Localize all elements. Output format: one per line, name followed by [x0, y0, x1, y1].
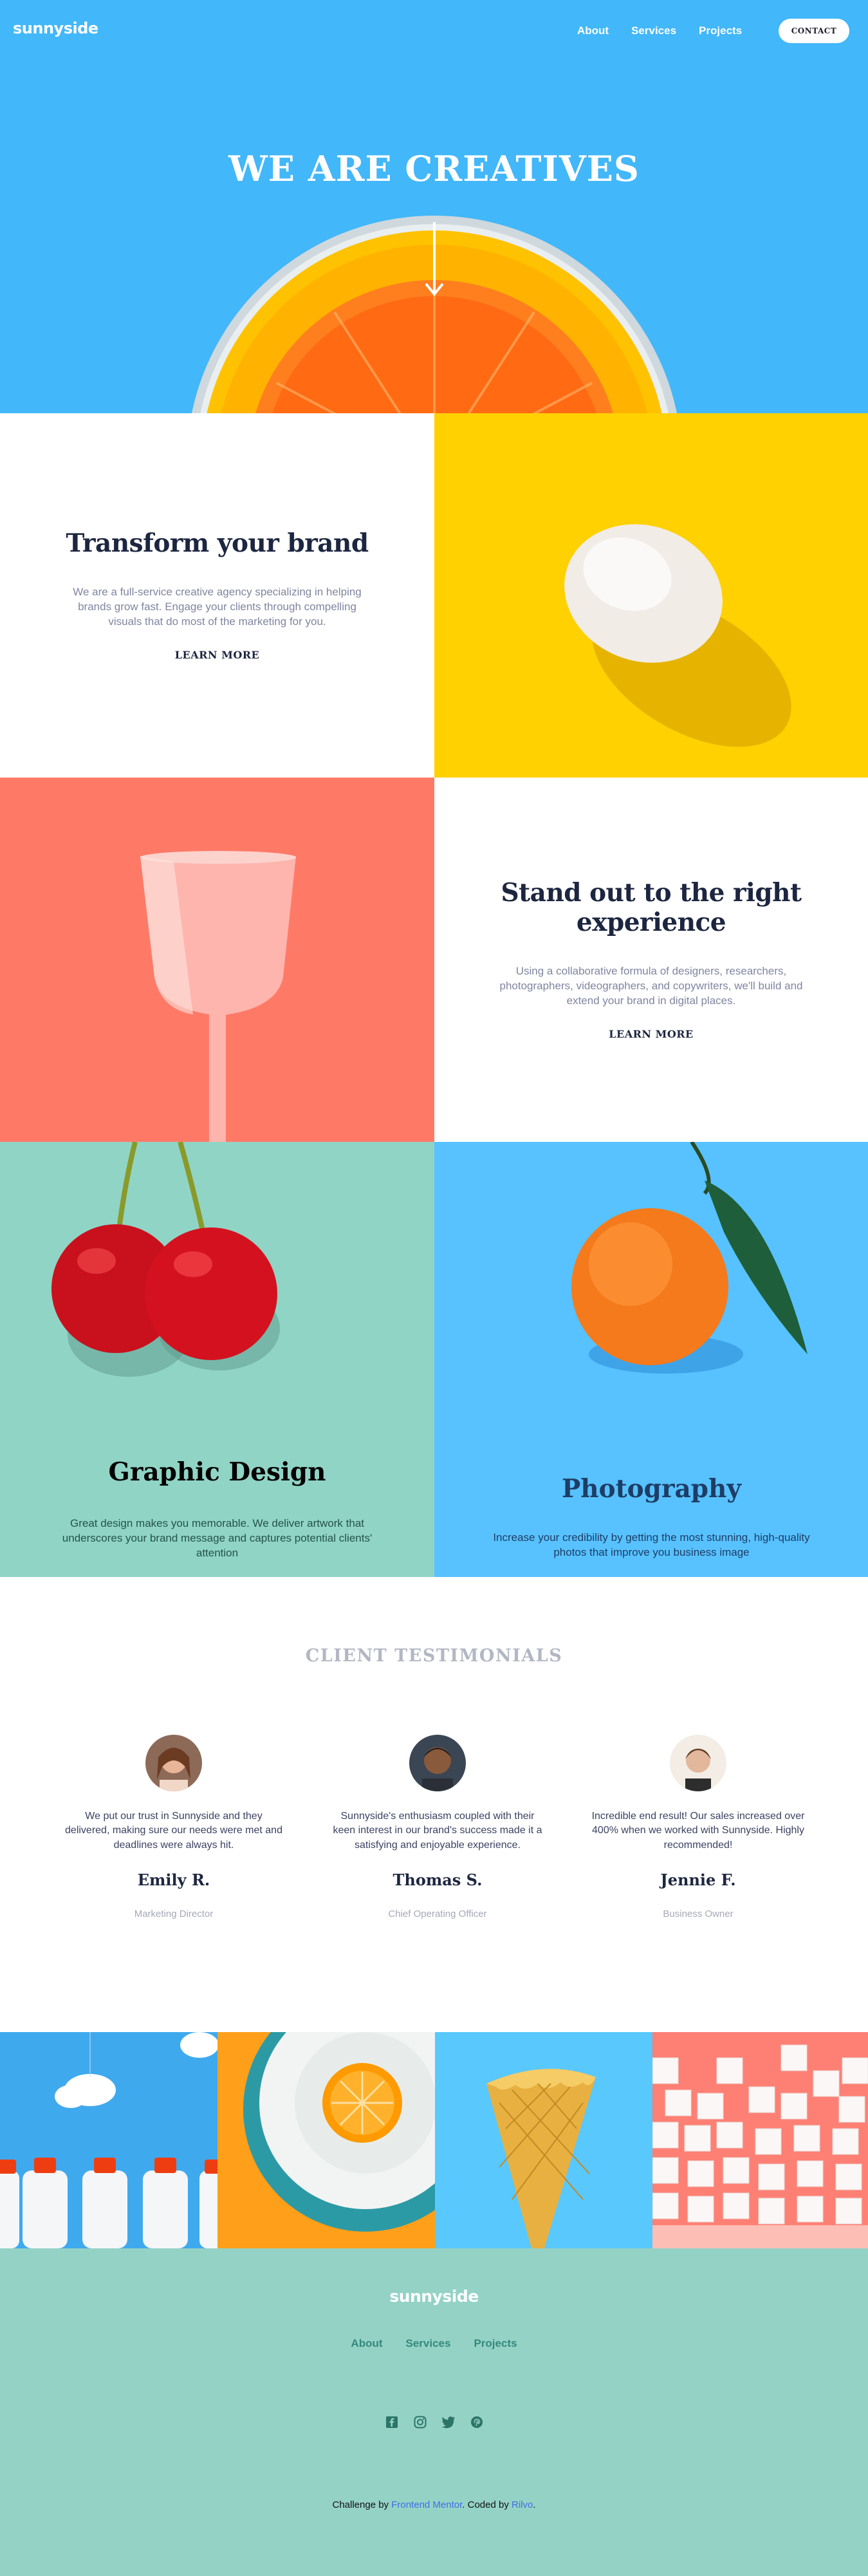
instagram-icon[interactable] — [412, 2414, 428, 2430]
testimonial-role: Chief Operating Officer — [388, 1909, 487, 1920]
feature-transform: Transform your brand We are a full-servi… — [0, 413, 434, 778]
service-title: Photography — [561, 1474, 742, 1504]
arrow-down-icon[interactable] — [425, 222, 444, 303]
gallery-image-sugar-cubes — [652, 2032, 868, 2248]
testimonial-role: Business Owner — [663, 1909, 734, 1920]
service-photography: Photography Increase your credibility by… — [434, 1142, 868, 1577]
nav-link-services[interactable]: Services — [631, 24, 676, 37]
attribution-mid: . Coded by — [462, 2499, 509, 2510]
hero-title: WE ARE CREATIVES — [228, 148, 640, 189]
footer-link-projects[interactable]: Projects — [474, 2337, 517, 2350]
service-body: Great design makes you memorable. We del… — [62, 1517, 373, 1559]
facebook-icon[interactable] — [384, 2414, 400, 2430]
feature-title: Stand out to the right experience — [501, 878, 802, 938]
testimonial-name: Jennie F. — [660, 1871, 736, 1890]
service-graphic-design: Graphic Design Great design makes you me… — [0, 1142, 434, 1577]
footer-nav: About Services Projects — [0, 2337, 868, 2350]
author-link[interactable]: Rilvo — [512, 2499, 533, 2510]
gallery-image-orange-plate — [217, 2032, 435, 2248]
egg-image — [434, 413, 868, 778]
avatar — [145, 1735, 202, 1791]
feature-body: Using a collaborative formula of designe… — [499, 965, 803, 1007]
testimonial-name: Emily R. — [137, 1871, 210, 1890]
service-title: Graphic Design — [108, 1457, 326, 1487]
social-links — [0, 2414, 868, 2430]
testimonial-role: Marketing Director — [134, 1909, 214, 1920]
testimonial-quote: We put our trust in Sunnyside and they d… — [65, 1811, 282, 1851]
testimonial-card: Incredible end result! Our sales increas… — [589, 1735, 808, 1919]
attribution: Challenge by Frontend Mentor. Coded by R… — [0, 2499, 868, 2510]
frontend-mentor-link[interactable]: Frontend Mentor — [391, 2499, 462, 2510]
feature-title: Transform your brand — [66, 528, 369, 559]
site-logo[interactable]: sunnyside — [13, 19, 98, 37]
nav-link-about[interactable]: About — [577, 24, 609, 37]
feature-body: We are a full-service creative agency sp… — [73, 586, 362, 628]
testimonials-heading: CLIENT TESTIMONIALS — [305, 1646, 563, 1666]
testimonial-quote: Sunnyside's enthusiasm coupled with thei… — [333, 1811, 542, 1851]
avatar — [670, 1735, 726, 1791]
main-nav: About Services Projects — [555, 24, 742, 37]
learn-more-link[interactable]: LEARN MORE — [606, 1028, 696, 1043]
hero-section: sunnyside About Services Projects CONTAC… — [0, 0, 868, 413]
avatar — [409, 1735, 466, 1791]
nav-link-projects[interactable]: Projects — [699, 24, 742, 37]
service-body: Increase your credibility by getting the… — [493, 1531, 810, 1558]
cup-image — [0, 778, 434, 1142]
gallery-image-ice-cream-cone — [435, 2032, 652, 2248]
footer-logo[interactable]: sunnyside — [0, 2287, 868, 2306]
learn-more-link[interactable]: LEARN MORE — [172, 649, 263, 664]
feature-standout: Stand out to the right experience Using … — [434, 778, 868, 1142]
footer-link-services[interactable]: Services — [406, 2337, 451, 2350]
footer-link-about[interactable]: About — [351, 2337, 382, 2350]
testimonial-quote: Incredible end result! Our sales increas… — [591, 1811, 805, 1851]
testimonial-name: Thomas S. — [392, 1871, 483, 1890]
testimonial-card: Sunnyside's enthusiasm coupled with thei… — [328, 1735, 547, 1919]
testimonial-card: We put our trust in Sunnyside and they d… — [64, 1735, 283, 1919]
attribution-prefix: Challenge by — [332, 2499, 389, 2510]
twitter-icon[interactable] — [441, 2414, 456, 2430]
gallery-image-milk-bottles — [0, 2032, 217, 2248]
pinterest-icon[interactable] — [469, 2414, 485, 2430]
testimonials-section: CLIENT TESTIMONIALS We put our trust in … — [0, 1577, 868, 2032]
footer: sunnyside About Services Projects Challe… — [0, 2248, 868, 2576]
attribution-end: . — [533, 2499, 536, 2510]
contact-button[interactable]: CONTACT — [779, 19, 849, 43]
